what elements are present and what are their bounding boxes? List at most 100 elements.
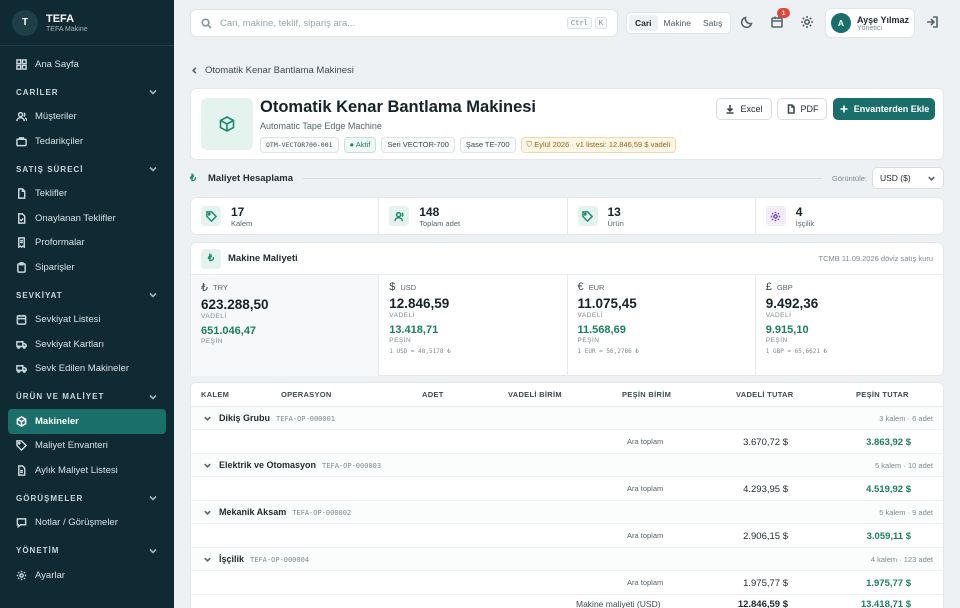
brand-name: TEFA — [46, 12, 75, 25]
vadeli-value: 12.846,59 — [389, 296, 450, 311]
cube-icon — [219, 116, 235, 132]
currency-code: TRY — [213, 283, 228, 292]
chat-icon — [16, 518, 27, 529]
sidebar-section-urun-maliyet[interactable]: ÜRÜN VE MALİYET — [0, 384, 174, 409]
chevron-down-icon — [149, 292, 157, 298]
total-row: Makine maliyeti (USD) 12.846,59 $ 13.418… — [191, 595, 943, 608]
table-header: KALEM OPERASYON ADET VADELİ BİRİM PEŞİN … — [191, 383, 943, 407]
section-title: SEVKİYAT — [16, 290, 63, 300]
sidebar-item-siparisler[interactable]: Siparişler — [0, 255, 174, 280]
sidebar-item-teklifler[interactable]: Teklifler — [0, 182, 174, 207]
subtotal-pesin: 3.059,11 $ — [866, 531, 911, 542]
notification-count-badge: 1 — [777, 8, 790, 18]
scope-makine[interactable]: Makine — [658, 15, 697, 31]
sidebar: T TEFA TEFA Makine Ana Sayfa CARİLER Müş… — [0, 0, 174, 608]
subtotal-pesin: 1.975,77 $ — [866, 578, 911, 589]
cost-items-table: KALEM OPERASYON ADET VADELİ BİRİM PEŞİN … — [190, 382, 944, 608]
sidebar-section-cariler[interactable]: CARİLER — [0, 80, 174, 105]
export-excel-button[interactable]: Excel — [716, 98, 772, 120]
group-row[interactable]: Mekanik Aksam TEFA-OP-000002 5 kalem · 9 … — [191, 501, 943, 524]
sidebar-section-yonetim[interactable]: YÖNETİM — [0, 538, 174, 563]
machine-cost-card: ₺ Makine Maliyeti TCMB 11.09.2026 döviz … — [190, 242, 944, 376]
sidebar-item-ayarlar[interactable]: Ayarlar — [0, 563, 174, 588]
subtotal-row: Ara toplam 3.670,72 $ 3.863,92 $ — [191, 430, 943, 454]
vadeli-value: 623.288,50 — [201, 297, 269, 312]
col-vadeli-tutar[interactable]: VADELİ TUTAR — [736, 390, 793, 399]
sidebar-item-tedarikciler[interactable]: Tedarikçiler — [0, 129, 174, 154]
lira-icon: ₺ — [190, 172, 197, 184]
sidebar-section-sevkiyat[interactable]: SEVKİYAT — [0, 283, 174, 308]
vadeli-value: 9.492,36 — [765, 296, 819, 311]
group-name: İşçilik — [219, 554, 245, 564]
sidebar-item-sevk-edilen-makineler[interactable]: Sevk Edilen Makineler — [0, 357, 174, 382]
col-kalem[interactable]: KALEM — [201, 390, 229, 399]
scope-satis[interactable]: Satış — [697, 15, 728, 31]
sidebar-item-label: Siparişler — [35, 261, 75, 273]
cost-section-header: ₺ Maliyet Hesaplama Görüntüle: USD ($) — [190, 166, 944, 190]
sidebar-item-onaylanan-teklifler[interactable]: Onaylanan Teklifler — [0, 206, 174, 231]
sidebar-item-maliyet-envanteri[interactable]: Maliyet Envanteri — [0, 434, 174, 459]
brand[interactable]: T TEFA TEFA Makine — [0, 0, 174, 46]
receipt-icon — [18, 237, 25, 249]
sidebar-item-home[interactable]: Ana Sayfa — [0, 52, 174, 77]
sidebar-item-sevkiyat-listesi[interactable]: Sevkiyat Listesi — [0, 308, 174, 333]
stat-kalem: 17 Kalem — [191, 198, 380, 234]
subtotal-row: Ara toplam 2.906,15 $ 3.059,11 $ — [191, 524, 943, 548]
section-title: GÖRÜŞMELER — [16, 493, 84, 503]
col-adet[interactable]: ADET — [422, 390, 444, 399]
machine-tags: OTM-VECTOR700-001 ● Aktif Seri VECTOR-70… — [260, 137, 677, 153]
pesin-value: 11.568,69 — [577, 324, 626, 336]
group-name: Mekanik Aksam — [219, 507, 287, 517]
search-placeholder: Cari, makine, teklif, sipariş ara... — [220, 17, 356, 29]
divider — [303, 177, 822, 179]
chevron-down-icon — [204, 510, 211, 515]
group-row[interactable]: Elektrik ve Otomasyon TEFA-OP-000003 5 ka… — [191, 454, 943, 477]
currency-select[interactable]: USD ($) — [872, 167, 944, 189]
gear-icon — [16, 570, 27, 581]
sidebar-item-label: Notlar / Görüşmeler — [35, 517, 118, 529]
add-from-inventory-button[interactable]: Envanterden Ekle — [833, 98, 935, 120]
col-pesin-birim[interactable]: PEŞİN BİRİM — [622, 390, 671, 399]
tag-icon — [16, 440, 27, 452]
settings-button[interactable] — [800, 15, 814, 29]
total-vadeli: 12.846,59 $ — [737, 599, 788, 608]
chassis-badge: Şase TE-700 — [459, 137, 516, 153]
sidebar-item-musteriler[interactable]: Müşteriler — [0, 105, 174, 130]
breadcrumb[interactable]: Otomatik Kenar Bantlama Makinesi — [190, 65, 354, 76]
currency-symbol: ₺ — [201, 282, 208, 294]
file-icon — [18, 188, 26, 200]
scope-cari[interactable]: Cari — [629, 15, 658, 31]
machine-cost-title: Makine Maliyeti — [228, 253, 298, 264]
calendar-icon — [16, 315, 27, 326]
logout-icon — [927, 16, 938, 28]
sidebar-item-proformalar[interactable]: Proformalar — [0, 231, 174, 256]
vadeli-label: VADELİ — [201, 313, 227, 320]
logout-button[interactable] — [925, 15, 939, 29]
page-subtitle: Automatic Tape Edge Machine — [260, 121, 382, 131]
sidebar-section-gorusmeler[interactable]: GÖRÜŞMELER — [0, 486, 174, 511]
stat-value: 4 — [795, 204, 803, 219]
avatar: A — [831, 13, 851, 33]
col-pesin-tutar[interactable]: PEŞİN TUTAR — [856, 390, 909, 399]
export-pdf-button[interactable]: PDF — [777, 98, 827, 120]
pesin-label: PEŞİN — [577, 337, 600, 344]
sidebar-item-aylik-maliyet[interactable]: Aylık Maliyet Listesi — [0, 458, 174, 483]
machine-image — [201, 98, 253, 150]
machine-code-badge: OTM-VECTOR700-001 — [260, 137, 339, 153]
sidebar-item-makineler[interactable]: Makineler — [8, 409, 166, 434]
sidebar-item-notlar[interactable]: Notlar / Görüşmeler — [0, 511, 174, 536]
group-code: TEFA-OP-000001 — [276, 415, 336, 423]
sidebar-item-sevkiyat-kartlari[interactable]: Sevkiyat Kartları — [0, 332, 174, 357]
main-content: Otomatik Kenar Bantlama Makinesi Otomati… — [174, 46, 960, 608]
col-vadeli-birim[interactable]: VADELİ BİRİM — [508, 390, 562, 399]
user-menu[interactable]: A Ayşe Yılmaz Yönetici — [825, 8, 915, 38]
plus-icon — [840, 105, 848, 113]
sidebar-section-satis[interactable]: SATIŞ SÜRECİ — [0, 157, 174, 182]
col-operasyon[interactable]: OPERASYON — [281, 390, 332, 399]
gear-icon — [801, 16, 813, 28]
theme-toggle-button[interactable] — [740, 15, 754, 29]
group-row[interactable]: İşçilik TEFA-OP-000004 4 kalem · 123 adet — [191, 548, 943, 571]
search-input[interactable]: Cari, makine, teklif, sipariş ara... Ctr… — [190, 9, 618, 37]
group-row[interactable]: Dikiş Grubu TEFA-OP-000001 3 kalem · 6 ad… — [191, 407, 943, 430]
vadeli-label: VADELİ — [577, 312, 604, 319]
